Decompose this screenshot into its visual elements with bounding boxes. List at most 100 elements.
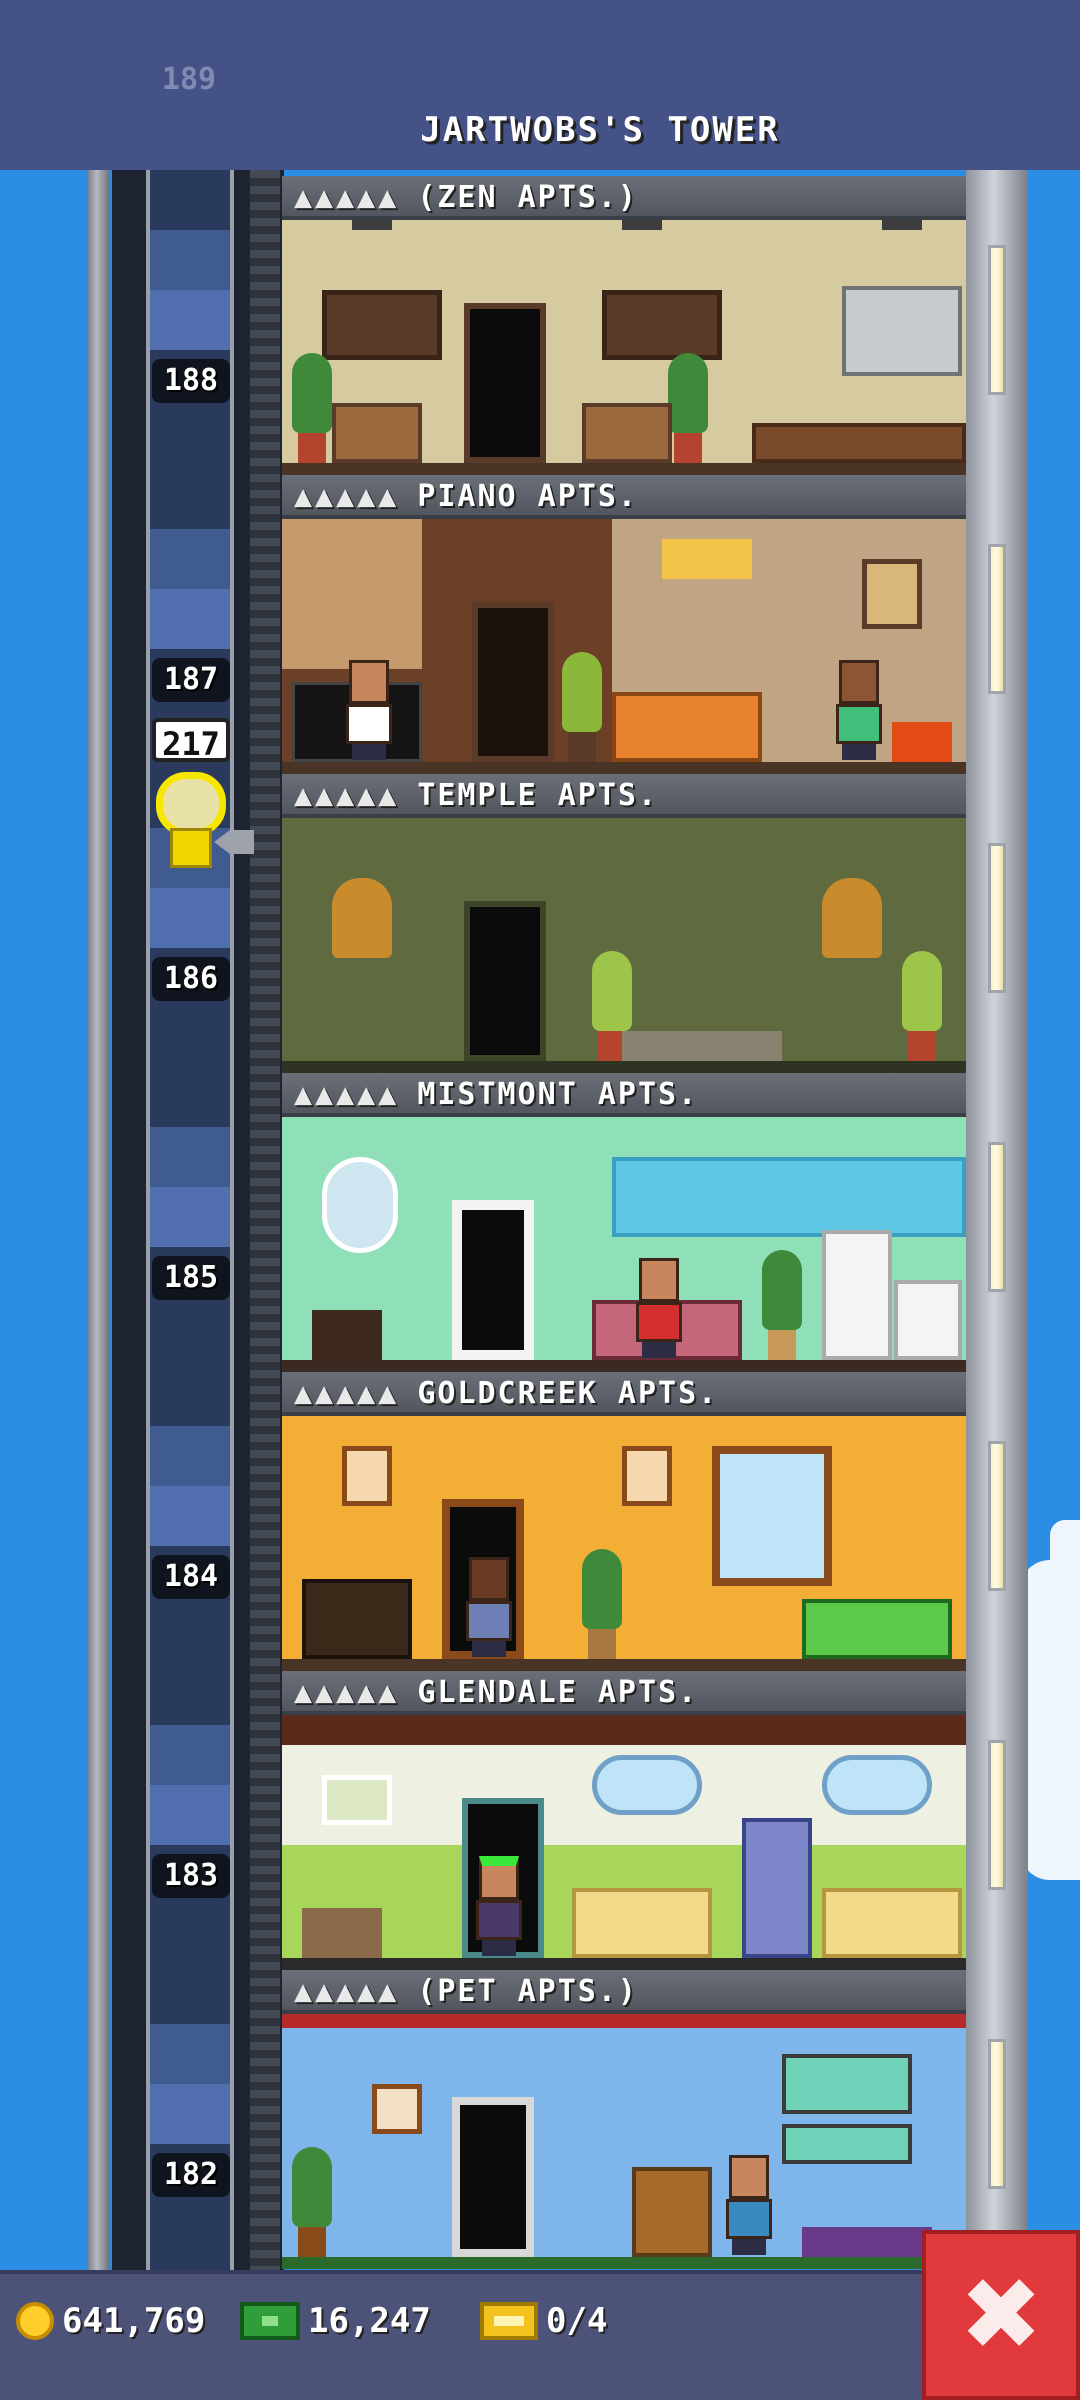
floor-number-185: 185 <box>152 1256 230 1300</box>
pillar-light <box>988 2039 1006 2189</box>
floor-185[interactable]: ▲▲▲▲▲ MISTMONT APTS. <box>282 1073 966 1372</box>
fridge <box>742 1818 812 1958</box>
ticket-icon <box>480 2302 538 2340</box>
floor-stars: ▲▲▲▲▲ <box>294 778 400 813</box>
dog-bed <box>802 2227 932 2257</box>
curtain <box>282 519 422 669</box>
floor-number-188: 188 <box>152 359 230 403</box>
tower-name: JARTWOBS'S TOWER <box>420 110 780 150</box>
resident[interactable] <box>722 2155 776 2255</box>
portrait <box>342 1446 392 1506</box>
room-door[interactable] <box>464 303 546 463</box>
room-pet[interactable] <box>282 2014 966 2269</box>
floor-stars: ▲▲▲▲▲ <box>294 1675 400 1710</box>
chandelier <box>662 539 752 579</box>
pillar-light <box>988 544 1006 694</box>
plant <box>582 1549 622 1659</box>
close-icon: ✖ <box>959 2256 1043 2373</box>
floor-stars: ▲▲▲▲▲ <box>294 1974 400 2009</box>
bux-stat[interactable]: 16,247 <box>240 2298 431 2344</box>
room-mistmont[interactable] <box>282 1117 966 1372</box>
coin-icon <box>16 2302 54 2340</box>
room-piano[interactable] <box>282 519 966 774</box>
ceiling-trim <box>282 1715 966 1745</box>
floor-name: PIANO APTS. <box>417 479 638 514</box>
close-button[interactable]: ✖ <box>922 2230 1080 2400</box>
golden-idol <box>822 878 882 958</box>
coins-stat[interactable]: 641,769 <box>16 2298 205 2344</box>
floorline <box>282 762 966 774</box>
floor-name: TEMPLE APTS. <box>417 778 659 813</box>
floor-stars: ▲▲▲▲▲ <box>294 1077 400 1112</box>
floorline <box>282 463 966 475</box>
aquarium <box>782 2054 912 2114</box>
plant <box>292 2147 332 2257</box>
kitchen-counter <box>822 1888 962 1958</box>
floor-182[interactable]: ▲▲▲▲▲ (PET APTS.) <box>282 1970 966 2269</box>
ceiling-lamp <box>882 220 922 230</box>
floor-label: ▲▲▲▲▲ PIANO APTS. <box>282 475 966 519</box>
floor-stars: ▲▲▲▲▲ <box>294 479 400 514</box>
floor-name: (PET APTS.) <box>417 1974 638 2009</box>
bamboo-plant <box>668 353 708 463</box>
window <box>592 1755 702 1815</box>
resident[interactable] <box>342 660 396 760</box>
stove <box>894 1280 962 1360</box>
room-door[interactable] <box>452 1200 534 1360</box>
coins-value: 641,769 <box>62 2301 206 2341</box>
room-goldcreek[interactable] <box>282 1416 966 1671</box>
room-zen[interactable] <box>282 220 966 475</box>
room-glendale[interactable] <box>282 1715 966 1970</box>
kitchen-counter <box>572 1888 712 1958</box>
floor-label: ▲▲▲▲▲ MISTMONT APTS. <box>282 1073 966 1117</box>
elevator-car[interactable] <box>156 772 226 872</box>
floor-number-184: 184 <box>152 1555 230 1599</box>
room-door[interactable] <box>452 2097 534 2257</box>
tower-left-rail <box>88 170 110 2270</box>
resident[interactable] <box>472 1856 526 1956</box>
pillar-light <box>988 1740 1006 1890</box>
room-temple[interactable] <box>282 818 966 1073</box>
side-table <box>312 1310 382 1360</box>
floor-184[interactable]: ▲▲▲▲▲ GOLDCREEK APTS. <box>282 1372 966 1671</box>
window <box>822 1755 932 1815</box>
floor-188[interactable]: ▲▲▲▲▲ (ZEN APTS.) <box>282 176 966 475</box>
bed <box>612 692 762 762</box>
floor-label: ▲▲▲▲▲ (PET APTS.) <box>282 1970 966 2014</box>
golden-idol <box>332 878 392 958</box>
floor-183[interactable]: ▲▲▲▲▲ GLENDALE APTS. <box>282 1671 966 1970</box>
floor-number-187: 187 <box>152 658 230 702</box>
tickets-value: 0/4 <box>546 2301 608 2341</box>
floor-stars: ▲▲▲▲▲ <box>294 180 400 215</box>
room-door[interactable] <box>472 602 554 762</box>
floor-label: ▲▲▲▲▲ TEMPLE APTS. <box>282 774 966 818</box>
elevator-track <box>146 170 234 2270</box>
fridge <box>822 1230 892 1360</box>
floor-label: ▲▲▲▲▲ GOLDCREEK APTS. <box>282 1372 966 1416</box>
pet-portrait <box>372 2084 422 2134</box>
cat-stand <box>632 2167 712 2257</box>
window <box>322 290 442 360</box>
window <box>612 1157 966 1237</box>
resident[interactable] <box>632 1258 686 1358</box>
pillar-light <box>988 1142 1006 1292</box>
floor-number-183: 183 <box>152 1854 230 1898</box>
floor-186[interactable]: ▲▲▲▲▲ TEMPLE APTS. <box>282 774 966 1073</box>
mirror <box>322 1157 398 1253</box>
cabinet <box>332 403 422 463</box>
room-door[interactable] <box>464 901 546 1061</box>
dining-set <box>302 1908 382 1958</box>
ceiling-trim <box>282 2014 966 2028</box>
window <box>712 1446 832 1586</box>
painting <box>862 559 922 629</box>
stone-bench <box>622 1031 782 1061</box>
tickets-stat[interactable]: 0/4 <box>480 2298 607 2344</box>
police-resident[interactable] <box>462 1557 516 1657</box>
tv <box>302 1579 412 1659</box>
pillar-light <box>988 245 1006 395</box>
floor-187[interactable]: ▲▲▲▲▲ PIANO APTS. <box>282 475 966 774</box>
pillar-light <box>988 1441 1006 1591</box>
resident[interactable] <box>832 660 886 760</box>
floorline <box>282 1958 966 1970</box>
cloud <box>1020 1560 1080 1880</box>
